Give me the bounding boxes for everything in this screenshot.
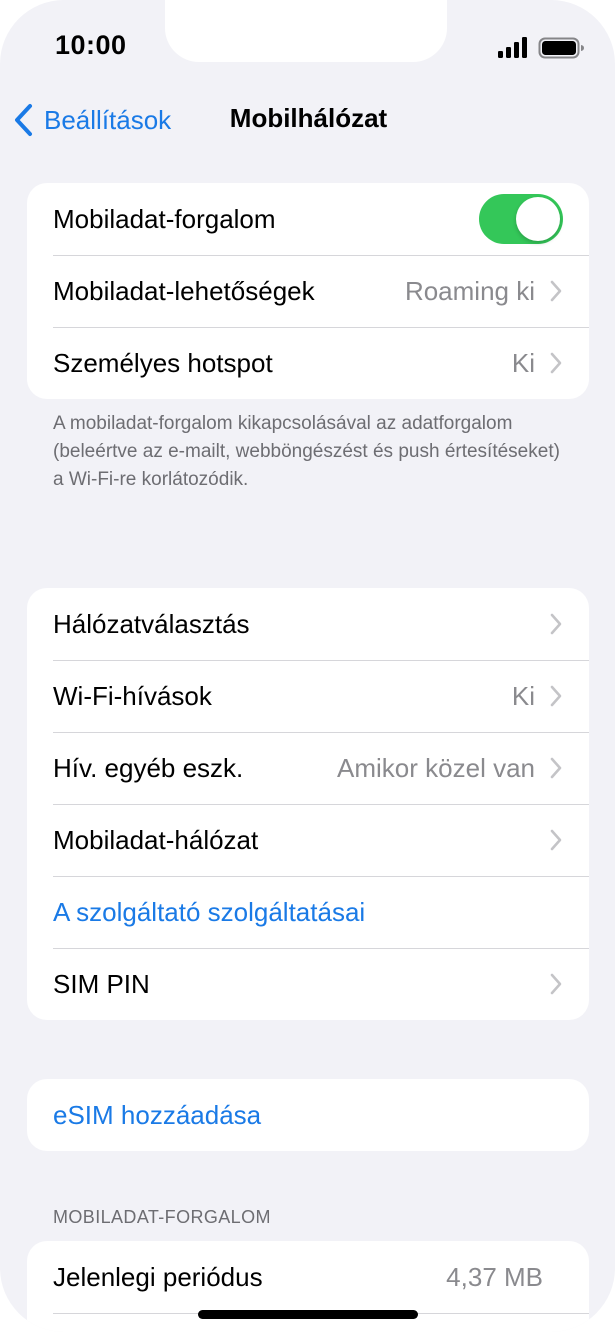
row-personal-hotspot[interactable]: Személyes hotspot Ki — [27, 327, 589, 399]
mobile-data-options-value: Roaming ki — [404, 275, 535, 306]
row-add-esim[interactable]: eSIM hozzáadása — [27, 1079, 589, 1151]
chevron-right-icon — [550, 352, 562, 374]
esim-group: eSIM hozzáadása — [27, 1079, 589, 1151]
personal-hotspot-value: Ki — [511, 347, 535, 378]
sim-pin-label: SIM PIN — [53, 968, 150, 999]
current-period-label: Jelenlegi periódus — [53, 1261, 263, 1292]
row-carrier-services[interactable]: A szolgáltató szolgáltatásai — [27, 876, 589, 948]
chevron-right-icon — [550, 280, 562, 302]
wifi-calling-value: Ki — [511, 680, 535, 711]
mobile-data-network-label: Mobiladat-hálózat — [53, 824, 259, 855]
network-group: Hálózatválasztás Wi-Fi-hívások Ki Hív. e… — [27, 588, 589, 1020]
wifi-calling-label: Wi-Fi-hívások — [53, 680, 212, 711]
current-period-value: 4,37 MB — [446, 1261, 543, 1292]
phone-screen: 10:00 Beállítások Mobilhálózat Mobiladat… — [0, 0, 615, 1332]
mobile-data-footer: A mobiladat-forgalom kikapcsolásával az … — [53, 413, 560, 490]
chevron-right-icon — [550, 685, 562, 707]
cellular-signal-icon — [498, 37, 527, 58]
calls-other-devices-label: Hív. egyéb eszk. — [53, 752, 244, 783]
mobile-data-label: Mobiladat-forgalom — [53, 203, 276, 234]
row-sim-pin[interactable]: SIM PIN — [27, 948, 589, 1020]
carrier-services-link: A szolgáltató szolgáltatásai — [53, 896, 366, 927]
mobile-data-options-label: Mobiladat-lehetőségek — [53, 275, 315, 306]
add-esim-link: eSIM hozzáadása — [53, 1099, 262, 1130]
chevron-right-icon — [550, 757, 562, 779]
usage-section-header: MOBILADAT-FORGALOM — [53, 1207, 271, 1227]
status-icons — [497, 36, 587, 60]
row-current-period: Jelenlegi periódus 4,37 MB — [27, 1241, 589, 1313]
page-title: Mobilhálózat — [0, 103, 615, 134]
row-wifi-calling[interactable]: Wi-Fi-hívások Ki — [27, 660, 589, 732]
page-title-text: Mobilhálózat — [229, 103, 388, 133]
chevron-right-icon — [550, 613, 562, 635]
row-network-selection[interactable]: Hálózatválasztás — [27, 588, 589, 660]
personal-hotspot-label: Személyes hotspot — [53, 347, 273, 378]
mobile-data-toggle[interactable] — [479, 194, 563, 244]
chevron-right-icon — [550, 973, 562, 995]
row-calls-other-devices[interactable]: Hív. egyéb eszk. Amikor közel van — [27, 732, 589, 804]
battery-icon — [538, 37, 584, 59]
home-indicator[interactable] — [198, 1310, 418, 1319]
calls-other-devices-value: Amikor közel van — [337, 752, 535, 783]
chevron-right-icon — [550, 829, 562, 851]
row-mobile-data: Mobiladat-forgalom — [27, 183, 589, 255]
toggle-knob — [516, 197, 560, 241]
mobile-data-group: Mobiladat-forgalom Mobiladat-lehetőségek… — [27, 183, 589, 399]
network-selection-label: Hálózatválasztás — [53, 608, 250, 639]
row-mobile-data-network[interactable]: Mobiladat-hálózat — [27, 804, 589, 876]
notch — [165, 0, 447, 62]
row-mobile-data-options[interactable]: Mobiladat-lehetőségek Roaming ki — [27, 255, 589, 327]
status-time: 10:00 — [55, 30, 127, 60]
